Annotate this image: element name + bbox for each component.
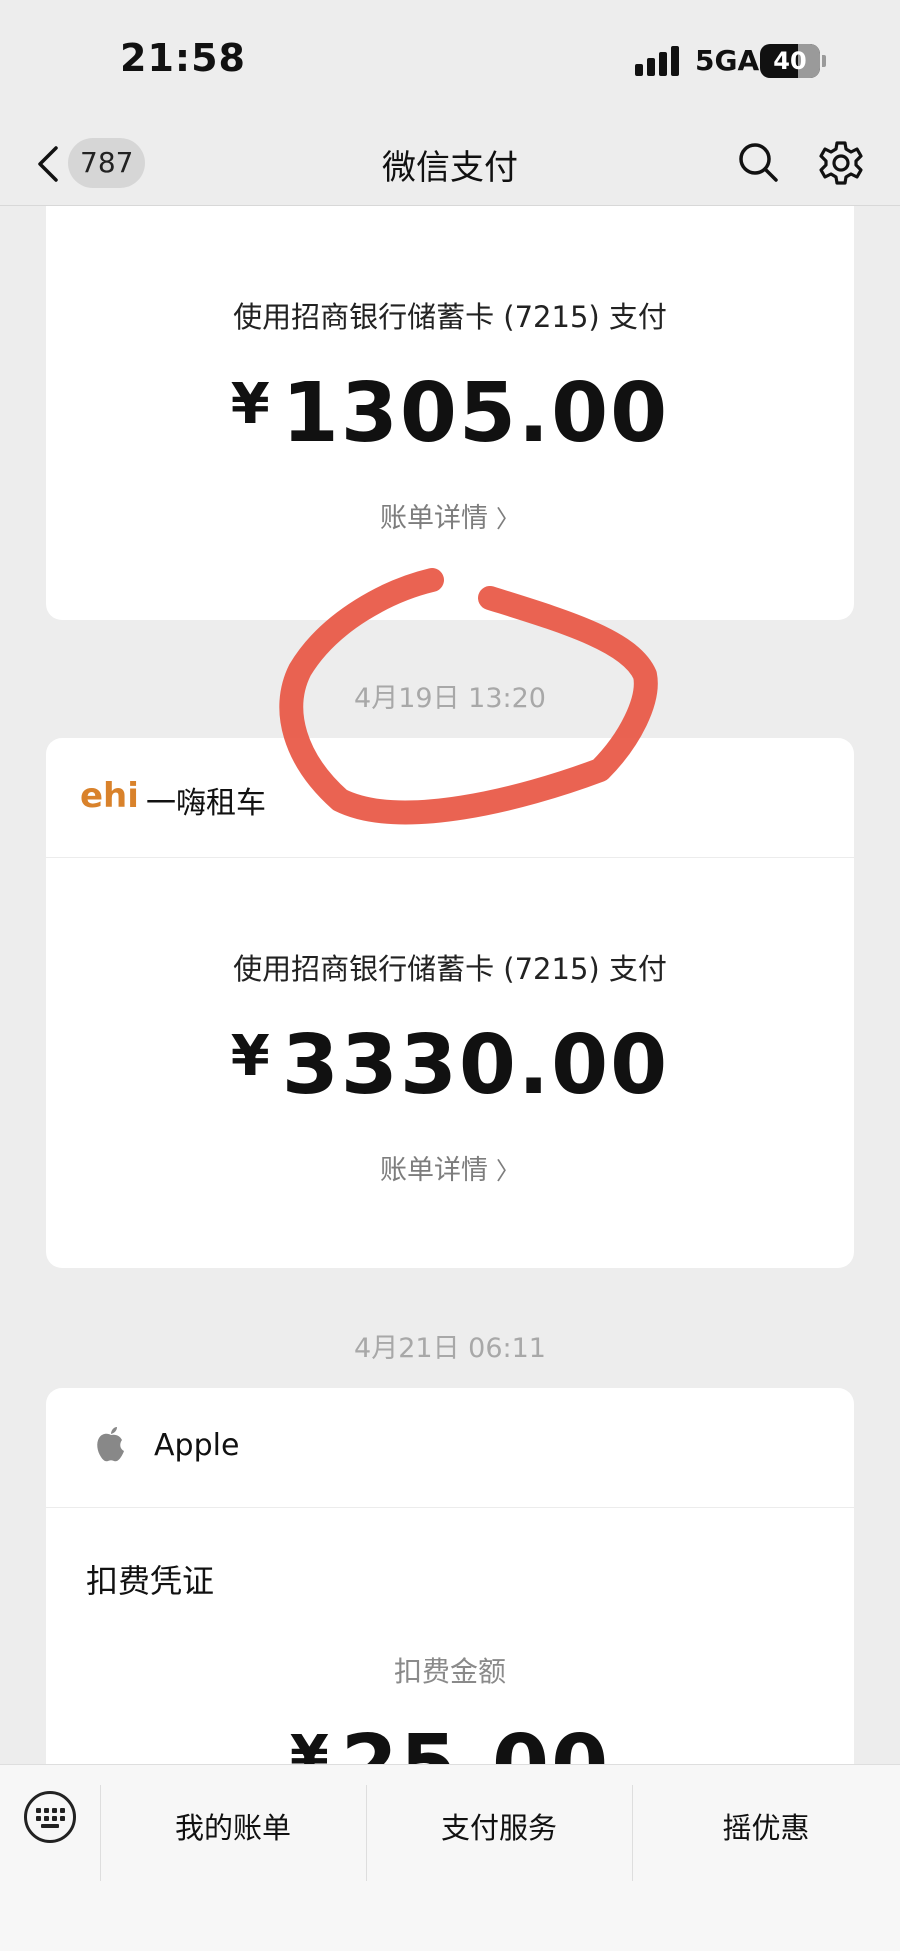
keyboard-toggle-button[interactable] [24, 1791, 76, 1843]
merchant-header[interactable]: Apple [46, 1388, 854, 1508]
bill-detail-label: 账单详情 [380, 503, 488, 534]
chevron-right-icon: 〉 [496, 1157, 520, 1185]
currency-symbol: ¥ [230, 1024, 272, 1089]
merchant-header[interactable]: ehi 一嗨租车 [46, 738, 854, 858]
payment-card[interactable]: ehi 一嗨租车 使用招商银行储蓄卡 (7215) 支付 ¥3330.00 账单… [46, 738, 854, 1268]
search-icon[interactable] [734, 138, 784, 188]
bottom-menu-bar: 我的账单 支付服务 摇优惠 [0, 1764, 900, 1951]
amount-label: 扣费金额 [393, 1655, 506, 1688]
nav-bar: 787 微信支付 [0, 120, 900, 206]
pay-method: 使用招商银行储蓄卡 (7215) 支付 [233, 300, 667, 334]
my-bills-menu[interactable]: 我的账单 [100, 1805, 366, 1847]
status-bar: 21:58 5GA 40 [0, 0, 900, 120]
amount-value: 3330.00 [281, 1018, 670, 1113]
apple-logo-icon [97, 1427, 124, 1462]
signal-icon [635, 46, 681, 76]
bill-detail-link[interactable]: 账单详情〉 [46, 496, 854, 535]
payment-card[interactable]: 使用招商银行储蓄卡 (7215) 支付 ¥1305.00 账单详情〉 [46, 180, 854, 620]
merchant-name: 一嗨租车 [146, 786, 266, 821]
voucher-title: 扣费凭证 [86, 1562, 215, 1600]
bill-detail-link[interactable]: 账单详情〉 [46, 1148, 854, 1187]
status-time: 21:58 [120, 36, 246, 80]
message-timestamp: 4月21日 06:11 [354, 1333, 546, 1364]
bill-detail-label: 账单详情 [380, 1155, 488, 1186]
merchant-logo: ehi [80, 776, 139, 816]
voucher-card[interactable]: Apple 扣费凭证 扣费金额 ¥25.00 [46, 1388, 854, 1808]
amount-value: 1305.00 [281, 366, 670, 461]
gear-icon[interactable] [816, 138, 866, 188]
message-timestamp: 4月19日 13:20 [354, 683, 546, 714]
battery-cap [822, 55, 826, 67]
payment-amount: ¥1305.00 [46, 366, 854, 461]
payment-amount: ¥3330.00 [46, 1018, 854, 1113]
battery-level: 40 [773, 47, 807, 75]
chevron-right-icon: 〉 [496, 505, 520, 533]
battery-icon: 40 [760, 44, 820, 78]
currency-symbol: ¥ [230, 372, 272, 437]
shake-deals-menu[interactable]: 摇优惠 [632, 1805, 900, 1847]
payment-services-menu[interactable]: 支付服务 [366, 1805, 632, 1847]
network-type: 5GA [695, 44, 760, 77]
merchant-name: Apple [154, 1428, 240, 1463]
keyboard-icon [36, 1808, 65, 1828]
pay-method: 使用招商银行储蓄卡 (7215) 支付 [233, 952, 667, 986]
